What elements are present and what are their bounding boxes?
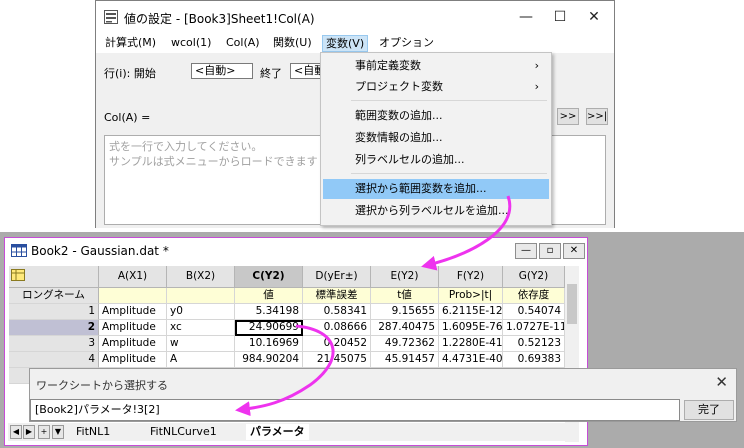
arrow-menu-to-column	[421, 195, 512, 271]
arrow-cell-to-input	[235, 324, 335, 417]
annotation-arrows	[235, 195, 512, 417]
